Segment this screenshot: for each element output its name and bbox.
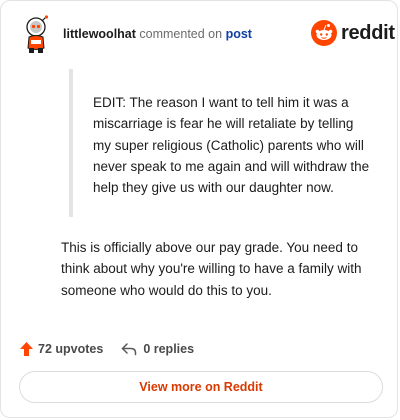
- quoted-text: EDIT: The reason I want to tell him it w…: [69, 69, 371, 217]
- reddit-logo-icon: [311, 20, 337, 46]
- view-more-button[interactable]: View more on Reddit: [19, 371, 383, 403]
- snoo-avatar-icon: [26, 15, 49, 53]
- comment-body: This is officially above our pay grade. …: [61, 240, 362, 298]
- reddit-wordmark: reddit: [341, 21, 395, 44]
- upvote-count: 72 upvotes: [38, 342, 104, 356]
- comment-meta: littlewoolhat commented on post: [63, 27, 252, 41]
- avatar[interactable]: [20, 15, 54, 55]
- upvote-arrow-icon: [20, 342, 33, 356]
- comment-actions: 72 upvotes 0 replies: [19, 339, 194, 359]
- commented-on-text: commented on: [139, 27, 223, 41]
- reddit-brand[interactable]: reddit: [311, 20, 395, 46]
- author-name[interactable]: littlewoolhat: [63, 27, 136, 41]
- post-link[interactable]: post: [226, 27, 252, 41]
- upvote-button[interactable]: 72 upvotes: [19, 341, 103, 357]
- reply-count: 0 replies: [143, 342, 195, 356]
- reply-button[interactable]: 0 replies: [121, 342, 194, 356]
- reply-arrow-icon: [122, 343, 137, 356]
- comment-embed-card: littlewoolhat commented on post reddit E…: [0, 0, 398, 418]
